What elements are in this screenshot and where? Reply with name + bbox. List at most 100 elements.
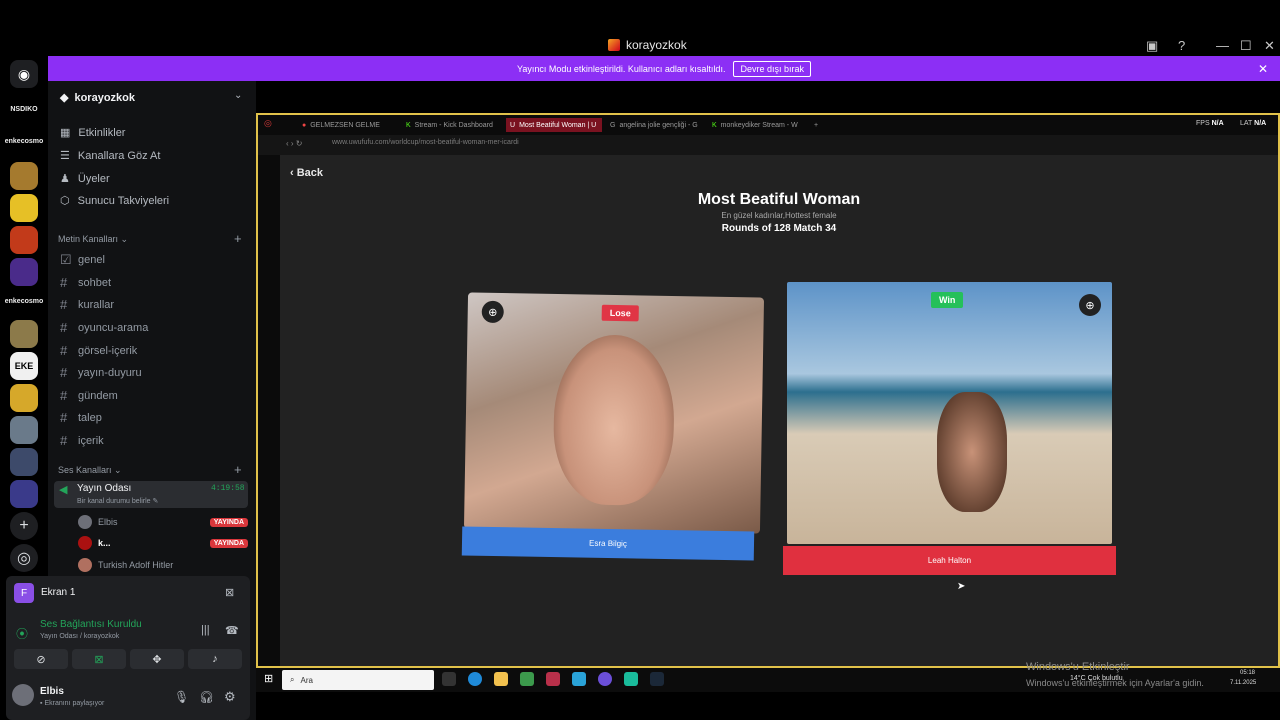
channel-oyuncu-arama[interactable]: # oyuncu-arama [60, 320, 148, 335]
server-eke[interactable]: EKE [10, 352, 38, 380]
app-icon[interactable] [598, 672, 612, 686]
task-view-icon[interactable] [442, 672, 456, 686]
address-bar[interactable]: ‹ › ↻ www.uwufufu.com/worldcup/most-beat… [258, 135, 1278, 155]
text-channels-category[interactable]: Metin Kanalları ⌄ [58, 234, 128, 245]
channel-sohbet[interactable]: # sohbet [60, 275, 111, 290]
add-channel-icon[interactable]: + [234, 231, 242, 246]
menu-members[interactable]: ♟ Üyeler [60, 172, 110, 186]
server-icon[interactable] [10, 384, 38, 412]
hash-icon: # [60, 297, 68, 312]
server-icon[interactable] [10, 448, 38, 476]
add-server-icon[interactable]: + [10, 512, 38, 540]
connection-channel[interactable]: Yayın Odası / korayozkok [40, 633, 119, 640]
voice-user[interactable]: Elbis YAYINDA [78, 515, 248, 529]
menu-events[interactable]: ▦ Etkinlikler [60, 126, 125, 140]
candidate-name-right[interactable]: Leah Halton [783, 546, 1116, 575]
clock-time[interactable]: 05:18 [1240, 670, 1255, 676]
headphones-icon[interactable]: 🎧︎ [199, 690, 214, 704]
app-icon[interactable] [546, 672, 560, 686]
channel-kurallar[interactable]: # kurallar [60, 297, 114, 312]
steam-icon[interactable] [650, 672, 664, 686]
activation-watermark-sub: Windows'u etkinleştirmek için Ayarlar'a … [1026, 678, 1204, 688]
discord-home-icon[interactable]: ◉ [10, 60, 38, 88]
app-icon[interactable] [624, 672, 638, 686]
url-text[interactable]: www.uwufufu.com/worldcup/most-beatiful-w… [332, 139, 519, 146]
menu-boosts[interactable]: ⬡ Sunucu Takviyeleri [60, 194, 169, 208]
disable-streamer-mode-button[interactable]: Devre dışı bırak [733, 60, 811, 77]
channel-yayin-duyuru[interactable]: # yayın-duyuru [60, 365, 142, 380]
live-badge: YAYINDA [209, 517, 248, 527]
file-explorer-icon[interactable] [494, 672, 508, 686]
channel-talep[interactable]: # talep [60, 410, 102, 425]
help-icon[interactable]: ? [1178, 38, 1185, 53]
stream-view[interactable]: ◎ ● GELMEZSEN GELME K Stream - Kick Dashbo… [256, 113, 1280, 668]
menu-browse-channels[interactable]: ☰ Kanallara Göz At [60, 149, 160, 163]
server-icon[interactable] [10, 258, 38, 286]
noise-suppression-icon[interactable]: ||| [201, 624, 210, 636]
screen-share-icon[interactable]: ▣ [1146, 38, 1158, 54]
server-icon[interactable] [10, 162, 38, 190]
tab[interactable]: ● GELMEZSEN GELME [302, 118, 380, 132]
tab[interactable]: Kmonkeydiker Stream - W [712, 118, 798, 132]
server-enkecosmo[interactable]: enkecosmo [4, 138, 44, 145]
close-icon[interactable]: ✕ [1258, 62, 1268, 76]
server-icon-active[interactable] [10, 226, 38, 254]
explore-icon[interactable]: ◎ [10, 544, 38, 572]
channel-gorsel-icerik[interactable]: # görsel-içerik [60, 343, 137, 358]
search-icon: ⌕ [290, 675, 295, 684]
channel-gundem[interactable]: # gündem [60, 388, 118, 403]
settings-gear-icon[interactable]: ⚙ [224, 689, 236, 705]
server-enkecosmo[interactable]: enkecosmo [4, 298, 44, 305]
server-icon[interactable] [10, 416, 38, 444]
add-channel-icon[interactable]: + [234, 462, 242, 477]
hash-icon: # [60, 410, 68, 425]
avatar[interactable] [12, 684, 34, 706]
store-icon[interactable] [520, 672, 534, 686]
activities-button[interactable]: ✥ [130, 649, 184, 669]
windows-start-icon[interactable]: ⊞ [264, 672, 273, 685]
voice-channel-yayin-odasi[interactable]: ◀ Yayın Odası 4:19:58 Bir kanal durumu b… [54, 481, 248, 508]
screen-share-button[interactable]: ⊠ [72, 649, 126, 669]
channel-genel[interactable]: ☑ genel [60, 252, 105, 268]
server-header[interactable]: ◆ korayozkok [60, 91, 135, 105]
new-tab-icon[interactable]: + [814, 118, 818, 132]
chevron-down-icon[interactable]: ⌄ [234, 90, 242, 101]
edge-icon[interactable] [468, 672, 482, 686]
zoom-icon[interactable]: ⊕ [1079, 294, 1101, 316]
hash-icon: # [60, 320, 68, 335]
candidate-image-right[interactable]: Win ⊕ [787, 282, 1112, 544]
channel-status[interactable]: Bir kanal durumu belirle ✎ [77, 497, 158, 505]
stop-stream-icon[interactable]: ⊠ [225, 586, 234, 599]
portrait [552, 333, 676, 507]
app-icon[interactable] [572, 672, 586, 686]
screen-share-icon: ⊠ [94, 653, 104, 666]
maximize-button[interactable]: ☐ [1240, 38, 1252, 54]
server-icon[interactable] [10, 480, 38, 508]
candidate-image-left[interactable]: ⊕ Lose [463, 292, 765, 534]
server-icon[interactable] [10, 320, 38, 348]
voice-user[interactable]: Turkish Adolf Hitler [78, 558, 173, 572]
voice-user[interactable]: k... YAYINDA [78, 536, 248, 550]
tab-active[interactable]: U Most Beatiful Woman | U [506, 118, 602, 132]
taskbar-search[interactable]: ⌕ Ara [282, 670, 434, 690]
minimize-button[interactable]: — [1216, 38, 1229, 53]
back-arrow-icon[interactable]: ‹ › ↻ [286, 139, 302, 148]
disconnect-icon[interactable]: ☎ [225, 624, 239, 637]
clock-date[interactable]: 7.11.2025 [1230, 680, 1256, 686]
camera-button[interactable]: ⊘ [14, 649, 68, 669]
username[interactable]: Elbis [40, 686, 64, 697]
voice-channels-category[interactable]: Ses Kanalları ⌄ [58, 465, 122, 476]
members-icon: ♟ [60, 173, 70, 185]
tab[interactable]: Gangelina jolie gençliği - G [610, 118, 698, 132]
close-button[interactable]: ✕ [1264, 38, 1275, 54]
candidate-name-left[interactable]: Esra Bilgiç [461, 526, 755, 561]
microphone-icon[interactable]: 🎙︎ [174, 690, 189, 704]
tab[interactable]: K Stream - Kick Dashboard [406, 118, 493, 132]
server-icon[interactable] [10, 194, 38, 222]
channel-icerik[interactable]: # içerik [60, 433, 104, 448]
server-nsdiko[interactable]: NSDIKO [4, 106, 44, 113]
back-button[interactable]: ‹ Back [290, 167, 323, 179]
zoom-icon[interactable]: ⊕ [481, 300, 504, 324]
connection-status[interactable]: Ses Bağlantısı Kuruldu [40, 619, 142, 630]
soundboard-button[interactable]: ♪ [188, 649, 242, 669]
